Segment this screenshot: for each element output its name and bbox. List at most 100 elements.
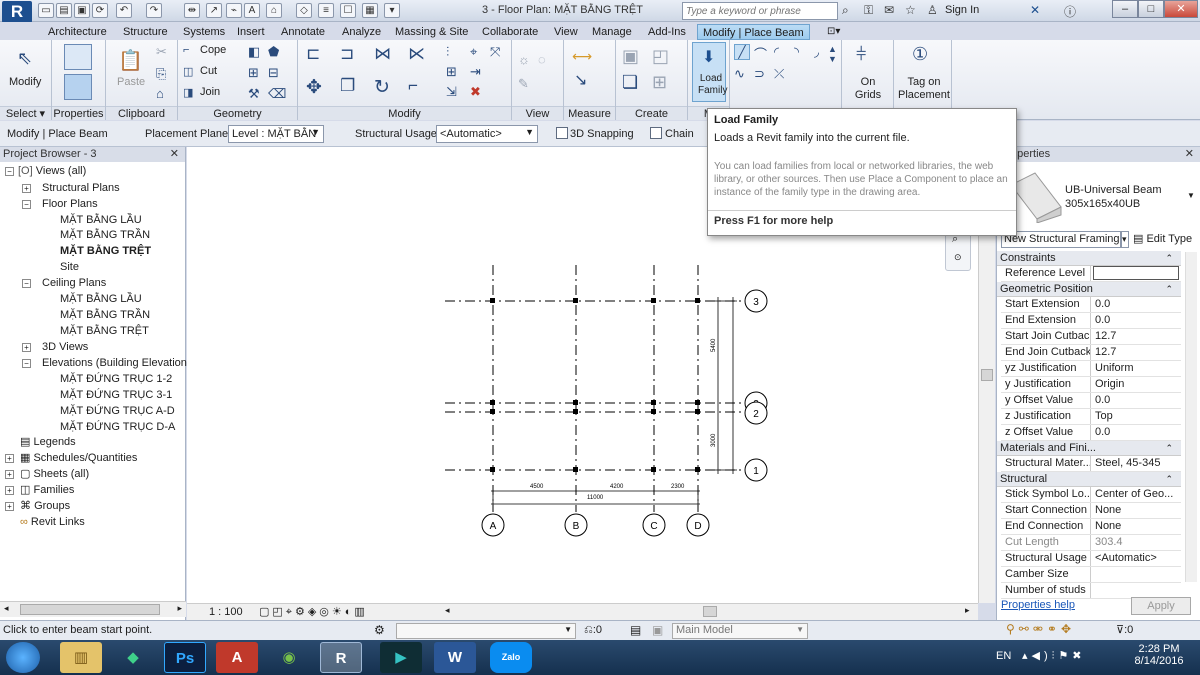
start-end-arc-icon[interactable]: ⌒ xyxy=(754,44,767,63)
instance-filter-select[interactable]: New Structural Framing xyxy=(1001,231,1121,248)
scroll-left-icon[interactable]: ◂ xyxy=(4,603,9,614)
collapse-icon[interactable]: − xyxy=(22,200,31,209)
prop-end-extension[interactable]: End Extension 0.0 xyxy=(1001,313,1181,329)
prop-z-offset[interactable]: z Offset Value 0.0 xyxy=(1001,425,1181,441)
3d-snapping-checkbox[interactable] xyxy=(556,127,568,139)
apply-button[interactable]: Apply xyxy=(1131,597,1191,615)
tree-item-elev-d-a[interactable]: MẶT ĐỨNG TRỤC D-A xyxy=(60,420,175,435)
group-constraints[interactable]: Constraints ⌃ xyxy=(997,251,1181,266)
view-scale[interactable]: 1 : 100 xyxy=(209,606,243,618)
help-icon[interactable]: ⓘ xyxy=(1064,3,1076,20)
offset-icon[interactable]: ⊐ xyxy=(340,44,354,64)
split-face-icon[interactable]: ◧ xyxy=(248,44,260,60)
copy-clip-icon[interactable]: ⎘ xyxy=(156,66,166,82)
match-type-icon[interactable]: ⌂ xyxy=(156,86,164,101)
tree-item-revit-links[interactable]: ∞ Revit Links xyxy=(20,515,85,530)
tree-item-families[interactable]: ◫ Families xyxy=(20,483,74,498)
expand-icon[interactable]: + xyxy=(22,184,31,193)
collapse-icon[interactable]: − xyxy=(22,279,31,288)
tree-item-schedules[interactable]: ▦ Schedules/Quantities xyxy=(20,451,137,466)
create-assembly-icon[interactable]: ▣ xyxy=(622,46,639,67)
collapse-icon[interactable]: − xyxy=(5,167,14,176)
prop-value[interactable]: 12.7 xyxy=(1093,345,1179,360)
system-tray-icons[interactable]: ▴◀)⫶⚑✖ xyxy=(1022,649,1085,663)
scroll-thumb[interactable] xyxy=(981,369,993,381)
view-control-icons[interactable]: ▢◰⌖⚙◈◎☀◐▥ xyxy=(259,605,368,619)
project-browser-hscroll[interactable]: ◂ ▸ xyxy=(0,601,186,617)
cut-clip-icon[interactable]: ✂ xyxy=(156,44,167,60)
communication-icon[interactable]: ✉ xyxy=(884,3,894,17)
on-grids-button[interactable]: On Grids xyxy=(852,76,884,102)
modify-button[interactable]: Modify xyxy=(9,76,41,88)
tab-modify-place-beam[interactable]: Modify | Place Beam xyxy=(697,24,810,40)
trim-icon[interactable]: ⌐ xyxy=(408,76,418,96)
demolish-icon[interactable]: ⚒ xyxy=(248,86,260,102)
tree-item-floor-lau[interactable]: MẶT BẰNG LẦU xyxy=(60,213,142,228)
subscription-icon[interactable]: ⚿ xyxy=(864,3,873,18)
tree-item-floor-tret-active[interactable]: MẶT BẰNG TRỆT xyxy=(60,244,151,259)
3d-view-icon[interactable]: ⌂ xyxy=(266,3,282,18)
tree-item-floor-tran[interactable]: MẶT BẰNG TRẦN xyxy=(60,228,150,243)
selection-filter[interactable]: ⊽:0 xyxy=(1116,623,1133,636)
join-button[interactable]: Join xyxy=(200,86,220,98)
group-geometric-position[interactable]: Geometric Position ⌃ xyxy=(997,282,1181,297)
section-icon[interactable]: ◇ xyxy=(296,3,312,18)
prop-value[interactable]: 12.7 xyxy=(1093,329,1179,344)
tree-item-elev-1-2[interactable]: MẶT ĐỨNG TRỤC 1-2 xyxy=(60,372,172,387)
create-similar-icon[interactable]: ⊞ xyxy=(652,72,667,93)
workset-select[interactable]: ▼ xyxy=(396,623,576,639)
prop-value[interactable]: 0.0 xyxy=(1093,425,1179,440)
sign-in-button[interactable]: Sign In xyxy=(945,4,979,16)
worksets-icon[interactable]: ⚙ xyxy=(374,623,385,637)
new-icon[interactable]: ▭ xyxy=(38,3,54,18)
fillet-arc-icon[interactable]: ◞ xyxy=(814,44,819,60)
maximize-button[interactable]: □ xyxy=(1138,0,1164,18)
pick-lines-icon[interactable]: ⤫ xyxy=(774,66,784,82)
copy-icon[interactable]: ❐ xyxy=(340,76,355,96)
mirror-axis-icon[interactable]: ⋈ xyxy=(374,44,391,64)
tab-architecture[interactable]: Architecture xyxy=(43,24,112,40)
open-icon[interactable]: ▤ xyxy=(56,3,72,18)
paste-button[interactable]: Paste xyxy=(117,76,145,88)
mirror-draw-icon[interactable]: ⋉ xyxy=(408,44,425,64)
start-button[interactable] xyxy=(6,642,40,673)
hide-element-icon[interactable]: ◌ xyxy=(538,52,546,67)
group-structural[interactable]: Structural ⌃ xyxy=(997,472,1181,487)
prop-camber-size[interactable]: Camber Size xyxy=(1001,567,1181,583)
paint-icon[interactable]: ⬟ xyxy=(268,44,279,60)
cope-icon[interactable]: ⌐ xyxy=(183,44,189,56)
beam-join-icon[interactable]: ⊟ xyxy=(268,65,279,81)
tree-item-ceiling-plans[interactable]: Ceiling Plans xyxy=(42,276,106,291)
word-icon[interactable]: W xyxy=(434,642,476,673)
text-icon[interactable]: A xyxy=(244,3,260,18)
ribbon-minimize-icon[interactable]: ⊡▾ xyxy=(822,24,845,40)
linework-icon[interactable]: ✎ xyxy=(518,76,529,92)
rotate-icon[interactable]: ↻ xyxy=(374,76,390,99)
unpin-icon[interactable]: ⇥ xyxy=(470,64,481,80)
close-button[interactable]: ✕ xyxy=(1164,0,1198,18)
search-input[interactable] xyxy=(682,2,838,20)
sketchup-icon[interactable]: ◆ xyxy=(112,642,154,673)
exchange-apps-icon[interactable]: ✕ xyxy=(1030,3,1040,17)
tree-item-site[interactable]: Site xyxy=(60,260,79,275)
aligned-dimension-icon[interactable]: ↘ xyxy=(574,70,587,90)
undo-icon[interactable]: ↶ xyxy=(116,3,132,18)
expand-icon[interactable]: + xyxy=(5,502,14,511)
prop-structural-material[interactable]: Structural Mater... Steel, 45-345 xyxy=(1001,456,1181,472)
save-icon[interactable]: ▣ xyxy=(74,3,90,18)
nav-options-icon[interactable]: ⊙ xyxy=(954,252,962,263)
prop-value[interactable]: Top xyxy=(1093,409,1179,424)
group-materials[interactable]: Materials and Fini... ⌃ xyxy=(997,441,1181,456)
tree-item-floor-plans[interactable]: Floor Plans xyxy=(42,197,98,212)
edit-type-button[interactable]: ▤ Edit Type xyxy=(1133,232,1192,245)
tree-item-views-all[interactable]: [O] Views (all) xyxy=(18,164,86,179)
prop-value[interactable] xyxy=(1093,266,1179,280)
app-menu-button[interactable]: R xyxy=(2,1,32,23)
tab-structure[interactable]: Structure xyxy=(118,24,173,40)
tab-collaborate[interactable]: Collaborate xyxy=(477,24,543,40)
prop-y-justification[interactable]: y Justification Origin xyxy=(1001,377,1181,393)
chevron-down-icon[interactable]: ▾ xyxy=(1121,231,1129,248)
load-family-button[interactable]: ⬇ Load Family xyxy=(692,42,727,102)
clock[interactable]: 2:28 PM 8/14/2016 xyxy=(1134,643,1184,667)
paste-icon[interactable]: 📋 xyxy=(118,48,143,73)
